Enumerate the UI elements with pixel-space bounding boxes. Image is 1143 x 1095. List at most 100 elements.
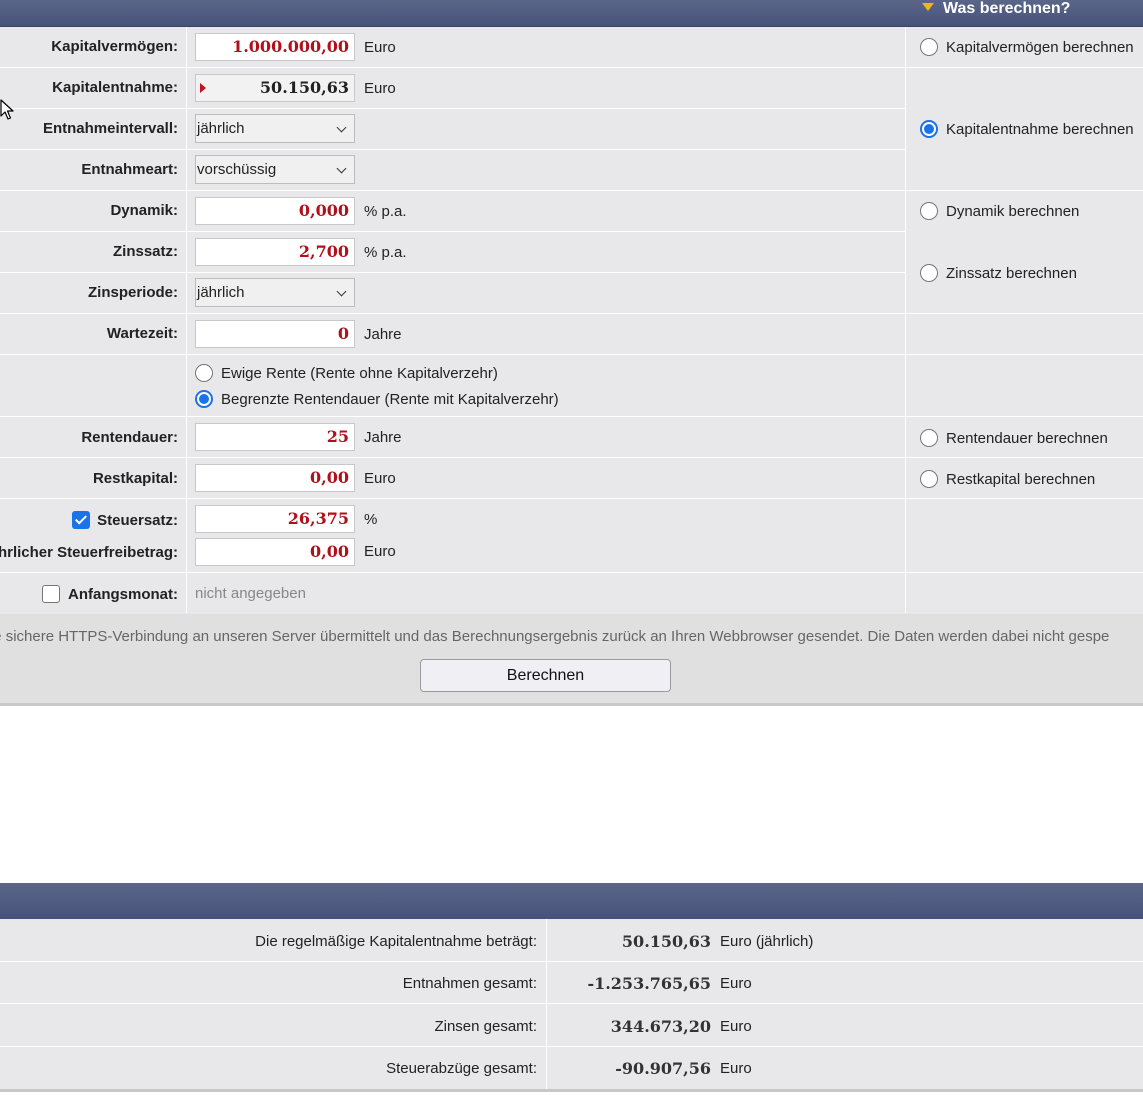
row-divider bbox=[0, 572, 1143, 573]
calc-zinssatz-radio[interactable] bbox=[920, 264, 938, 282]
calculator-form: Kapitalvermögen: 1.000.000,00 Euro Kapit… bbox=[0, 27, 1143, 704]
calc-restkapital-radio[interactable] bbox=[920, 470, 938, 488]
kapitalentnahme-unit: Euro bbox=[364, 80, 396, 97]
rentendauer-input[interactable]: 25 bbox=[195, 423, 355, 451]
form-header-bar: Was berechnen? bbox=[0, 0, 1143, 27]
rentendauer-label: Rentendauer: bbox=[81, 429, 178, 446]
kapitalentnahme-label: Kapitalentnahme: bbox=[52, 79, 178, 96]
result-label-zinsen-gesamt: Zinsen gesamt: bbox=[434, 1018, 537, 1035]
kapitalentnahme-output: 50.150,63 bbox=[195, 74, 355, 102]
calc-kapitalentnahme-label[interactable]: Kapitalentnahme berechnen bbox=[946, 121, 1134, 138]
entnahmeart-select[interactable]: vorschüssig bbox=[195, 155, 355, 184]
anfangsmonat-label: Anfangsmonat: bbox=[68, 586, 178, 603]
result-label-entnahmen-gesamt: Entnahmen gesamt: bbox=[402, 975, 537, 992]
berechnen-button[interactable]: Berechnen bbox=[420, 659, 671, 692]
ewige-rente-label[interactable]: Ewige Rente (Rente ohne Kapitalverzehr) bbox=[221, 365, 498, 382]
row-divider bbox=[0, 67, 905, 68]
kapitalvermoegen-unit: Euro bbox=[364, 39, 396, 56]
result-label-entnahme: Die regelmäßige Kapitalentnahme beträgt: bbox=[255, 933, 537, 950]
zinssatz-unit: % p.a. bbox=[364, 244, 407, 261]
result-marker-icon bbox=[200, 83, 206, 93]
dynamik-unit: % p.a. bbox=[364, 203, 407, 220]
dynamik-input[interactable]: 0,000 bbox=[195, 197, 355, 225]
row-divider bbox=[0, 149, 905, 150]
zinssatz-label: Zinssatz: bbox=[112, 243, 178, 260]
wartezeit-unit: Jahre bbox=[364, 326, 402, 343]
form-bottom-border bbox=[0, 703, 1143, 706]
steuerfreibetrag-label: hrlicher Steuerfreibetrag: bbox=[0, 544, 178, 561]
results-bottom-border bbox=[0, 1089, 1143, 1092]
result-unit-steuerabzuege: Euro bbox=[720, 1060, 752, 1077]
result-value-entnahme: 50.150,63 bbox=[621, 932, 711, 951]
rentendauer-unit: Jahre bbox=[364, 429, 402, 446]
calc-dynamik-label[interactable]: Dynamik berechnen bbox=[946, 203, 1079, 220]
zinssatz-input[interactable]: 2,700 bbox=[195, 238, 355, 266]
begrenzte-rentendauer-radio[interactable] bbox=[195, 390, 213, 408]
zinsperiode-select[interactable]: jährlich bbox=[195, 278, 355, 307]
steuersatz-unit: % bbox=[364, 511, 378, 528]
steuersatz-input[interactable]: 26,375 bbox=[195, 505, 355, 533]
row-divider bbox=[0, 1003, 1143, 1004]
restkapital-unit: Euro bbox=[364, 470, 396, 487]
calc-kapitalvermoegen-label[interactable]: Kapitalvermögen berechnen bbox=[946, 39, 1134, 56]
result-unit-entnahmen-gesamt: Euro bbox=[720, 975, 752, 992]
result-value-steuerabzuege: -90.907,56 bbox=[615, 1059, 711, 1078]
results-header-bar bbox=[0, 883, 1143, 919]
triangle-down-icon bbox=[922, 2, 934, 11]
row-divider bbox=[0, 457, 1143, 458]
row-divider bbox=[0, 313, 1143, 314]
kapitalvermoegen-label: Kapitalvermögen: bbox=[51, 38, 178, 55]
result-unit-zinsen-gesamt: Euro bbox=[720, 1018, 752, 1035]
submit-area: r eine sichere HTTPS-Verbindung an unser… bbox=[0, 614, 1143, 703]
begrenzte-rentendauer-label[interactable]: Begrenzte Rentendauer (Rente mit Kapital… bbox=[221, 391, 559, 408]
result-value-entnahmen-gesamt: -1.253.765,65 bbox=[587, 974, 711, 993]
ewige-rente-radio[interactable] bbox=[195, 364, 213, 382]
column-divider bbox=[905, 27, 906, 613]
chevron-down-icon bbox=[336, 163, 347, 174]
result-value-zinsen-gesamt: 344.673,20 bbox=[610, 1017, 711, 1036]
wartezeit-input[interactable]: 0 bbox=[195, 320, 355, 348]
mouse-cursor-icon bbox=[0, 99, 14, 120]
row-divider bbox=[0, 108, 905, 109]
row-divider bbox=[0, 961, 1143, 962]
chevron-down-icon bbox=[336, 122, 347, 133]
column-divider bbox=[186, 27, 187, 613]
results-table: Die regelmäßige Kapitalentnahme beträgt:… bbox=[0, 919, 1143, 1089]
entnahmeart-selected: vorschüssig bbox=[197, 161, 277, 178]
row-divider bbox=[0, 231, 905, 232]
was-berechnen-heading[interactable]: Was berechnen? bbox=[922, 0, 1070, 26]
result-label-steuerabzuege: Steuerabzüge gesamt: bbox=[386, 1060, 537, 1077]
calc-kapitalentnahme-radio[interactable] bbox=[920, 120, 938, 138]
row-divider bbox=[0, 416, 1143, 417]
column-divider bbox=[546, 919, 547, 1089]
row-divider bbox=[0, 190, 1143, 191]
anfangsmonat-checkbox[interactable] bbox=[42, 585, 60, 603]
was-berechnen-label: Was berechnen? bbox=[943, 0, 1071, 17]
steuerfreibetrag-input[interactable]: 0,00 bbox=[195, 538, 355, 566]
restkapital-label: Restkapital: bbox=[92, 470, 178, 487]
steuerfreibetrag-unit: Euro bbox=[364, 543, 396, 560]
zinsperiode-selected: jährlich bbox=[197, 284, 245, 301]
calc-kapitalvermoegen-radio[interactable] bbox=[920, 38, 938, 56]
dynamik-label: Dynamik: bbox=[110, 202, 178, 219]
calc-zinssatz-label[interactable]: Zinssatz berechnen bbox=[946, 265, 1077, 282]
anfangsmonat-value: nicht angegeben bbox=[195, 585, 306, 602]
result-unit-entnahme: Euro (jährlich) bbox=[720, 933, 814, 950]
calc-rentendauer-label[interactable]: Rentendauer berechnen bbox=[946, 430, 1108, 447]
entnahmeart-label: Entnahmeart: bbox=[81, 161, 178, 178]
kapitalvermoegen-input[interactable]: 1.000.000,00 bbox=[195, 33, 355, 61]
calc-rentendauer-radio[interactable] bbox=[920, 429, 938, 447]
row-divider bbox=[0, 272, 905, 273]
entnahmeintervall-label: Entnahmeintervall: bbox=[42, 120, 178, 137]
wartezeit-label: Wartezeit: bbox=[106, 325, 178, 342]
steuersatz-checkbox[interactable] bbox=[72, 511, 90, 529]
row-divider bbox=[0, 498, 1143, 499]
calc-dynamik-radio[interactable] bbox=[920, 202, 938, 220]
chevron-down-icon bbox=[336, 286, 347, 297]
restkapital-input[interactable]: 0,00 bbox=[195, 464, 355, 492]
entnahmeintervall-selected: jährlich bbox=[197, 120, 245, 137]
kapitalentnahme-value: 50.150,63 bbox=[259, 78, 349, 97]
zinsperiode-label: Zinsperiode: bbox=[87, 284, 178, 301]
entnahmeintervall-select[interactable]: jährlich bbox=[195, 114, 355, 143]
calc-restkapital-label[interactable]: Restkapital berechnen bbox=[946, 471, 1095, 488]
